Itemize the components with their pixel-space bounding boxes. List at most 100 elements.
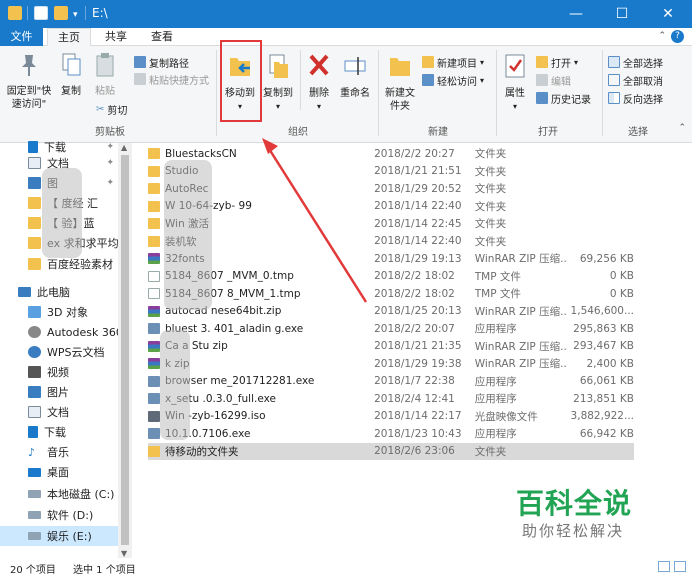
copy-button[interactable]: 复制: [56, 52, 86, 98]
file-row[interactable]: Studio2018/1/21 21:51文件夹: [148, 163, 634, 181]
tab-view[interactable]: 查看: [142, 28, 182, 47]
properties-quick-icon[interactable]: [34, 6, 48, 20]
picture-icon: [28, 386, 41, 398]
file-row[interactable]: autocad nese64bit.zip 2018/1/25 20:13 WinR…: [148, 303, 634, 321]
nav-item-videos[interactable]: 视频: [0, 362, 118, 382]
nav-item-label: Autodesk 360: [47, 325, 118, 339]
chevron-up-icon[interactable]: ⌃: [658, 31, 666, 41]
file-row[interactable]: Win 激活2018/1/14 22:45文件夹: [148, 215, 634, 233]
window-title: E:\: [92, 6, 108, 20]
zip-icon: [148, 253, 160, 265]
file-type: WinRAR ZIP 压缩...: [474, 305, 566, 318]
clipboard-group-label: 剪贴板: [95, 127, 125, 138]
nav-item-label: WPS云文档: [47, 346, 105, 359]
file-row[interactable]: 32fonts2018/1/29 19:13WinRAR ZIP 压缩...69…: [148, 250, 634, 268]
copy-path-button[interactable]: 复制路径: [134, 55, 189, 70]
file-row[interactable]: 装机软2018/1/14 22:40文件夹: [148, 233, 634, 251]
chevron-down-icon[interactable]: ▾: [73, 10, 78, 20]
select-none-button[interactable]: 全部取消: [608, 73, 663, 88]
paste-button[interactable]: 粘贴: [90, 52, 120, 98]
easy-access-button[interactable]: 轻松访问 ▾: [422, 73, 484, 88]
properties-label: 属性: [505, 88, 525, 99]
file-row[interactable]: Win -zyb-16299.iso 2018/1/14 22:17 光盘映像文件 3…: [148, 408, 634, 426]
file-type: WinRAR ZIP 压缩...: [474, 358, 566, 371]
pin-icon: ✦: [106, 178, 114, 188]
delete-button[interactable]: 删除 ▾: [304, 52, 334, 113]
paste-shortcut-button[interactable]: 粘贴快捷方式: [134, 72, 209, 87]
file-type: 应用程序: [474, 323, 517, 336]
history-button[interactable]: 历史记录: [536, 91, 591, 106]
nav-item-label: 娱乐 (E:): [47, 530, 92, 543]
nav-item-autodesk[interactable]: Autodesk 360: [0, 322, 118, 342]
chevron-down-icon: ▾: [275, 102, 280, 111]
tab-share[interactable]: 共享: [96, 28, 136, 47]
folder-icon: [148, 183, 160, 195]
file-row[interactable]: x_setu .0.3.0_full.exe 2018/2/4 12:41 应用程序…: [148, 390, 634, 408]
scroll-down-icon[interactable]: ▼: [121, 549, 127, 558]
new-item-button[interactable]: 新建项目 ▾: [422, 55, 484, 70]
scroll-up-icon[interactable]: ▲: [121, 143, 127, 152]
file-row[interactable]: 10.1.0.7106.exe 2018/1/23 10:43 应用程序 66,942…: [148, 425, 634, 443]
file-row[interactable]: 5184_8607 8_MVM_1.tmp 2018/2/2 18:02 TMP 文…: [148, 285, 634, 303]
nav-item-drive-e[interactable]: 娱乐 (E:): [0, 526, 118, 546]
chevron-up-icon[interactable]: ⌃: [678, 123, 686, 133]
file-size: 0 KB: [609, 270, 634, 283]
close-button[interactable]: ✕: [645, 0, 691, 28]
minimize-button[interactable]: —: [553, 0, 599, 28]
download-icon: [28, 426, 38, 438]
invert-selection-icon: [608, 92, 620, 104]
tab-home[interactable]: 主页: [47, 28, 91, 47]
select-all-button[interactable]: 全部选择: [608, 55, 663, 70]
folder-icon: [148, 445, 160, 457]
copy-to-button[interactable]: 复制到 ▾: [260, 52, 296, 113]
file-name: 10.1.0.7106.exe: [165, 427, 251, 440]
tab-file[interactable]: 文件: [0, 28, 43, 46]
file-name: Ca a Stu zip: [165, 340, 228, 353]
file-row[interactable]: browser me_201712281.exe 2018/1/7 22:38 应用…: [148, 373, 634, 391]
open-button[interactable]: 打开 ▾: [536, 55, 578, 70]
file-row[interactable]: k zip2018/1/29 19:38 WinRAR ZIP 压缩... 2,40…: [148, 355, 634, 373]
file-row[interactable]: bluest 3. 401_aladin g.exe 2018/2/2 20:07…: [148, 320, 634, 338]
nav-item-pictures[interactable]: 图片: [0, 382, 118, 402]
pin-icon: ✦: [106, 158, 114, 168]
nav-item-drive-d[interactable]: 软件 (D:): [0, 505, 118, 525]
pin-icon: [22, 55, 36, 76]
nav-item-downloads[interactable]: 下载: [0, 422, 118, 442]
file-row[interactable]: 待移动的文件夹 2018/2/6 23:06 文件夹: [148, 442, 634, 460]
large-icons-view-icon[interactable]: [674, 561, 686, 572]
file-row[interactable]: BluestacksCN 2018/2/2 20:27 文件夹: [148, 145, 634, 163]
invert-selection-label: 反向选择: [623, 94, 663, 106]
nav-item-music[interactable]: ♪ 音乐: [0, 442, 118, 462]
file-type: TMP 文件: [474, 288, 521, 301]
file-date: 2018/1/7 22:38: [374, 375, 455, 388]
nav-item-desktop[interactable]: 桌面: [0, 462, 118, 482]
properties-button[interactable]: 属性 ▾: [500, 52, 530, 113]
divider: [27, 6, 28, 20]
nav-item-this-pc[interactable]: 此电脑: [0, 282, 118, 302]
select-none-icon: [608, 74, 620, 86]
nav-item-label: 下载: [44, 426, 66, 439]
nav-item-drive-c[interactable]: 本地磁盘 (C:): [0, 484, 118, 504]
folder-icon: [28, 258, 41, 270]
exe-icon: [148, 393, 160, 405]
new-folder-button[interactable]: 新建文件夹: [382, 52, 418, 113]
details-view-icon[interactable]: [658, 561, 670, 572]
new-folder-quick-icon[interactable]: [54, 6, 68, 20]
file-row[interactable]: AutoRec2018/1/29 20:52文件夹: [148, 180, 634, 198]
help-icon[interactable]: ?: [671, 30, 684, 43]
nav-scrollbar[interactable]: ▲ ▼: [118, 143, 132, 558]
invert-selection-button[interactable]: 反向选择: [608, 91, 663, 106]
file-type: 文件夹: [474, 218, 507, 231]
file-row[interactable]: W 10-64-zyb- 992018/1/14 22:40文件夹: [148, 198, 634, 216]
nav-item-documents[interactable]: 文档: [0, 402, 118, 422]
scrollbar-thumb[interactable]: [121, 155, 129, 545]
pin-quick-access-button[interactable]: 固定到"快速访问": [4, 52, 54, 111]
nav-item-wps[interactable]: WPS云文档: [0, 342, 118, 362]
nav-item-3d-objects[interactable]: 3D 对象: [0, 302, 118, 322]
rename-button[interactable]: 重命名: [336, 52, 374, 100]
maximize-button[interactable]: ☐: [599, 0, 645, 28]
cut-button[interactable]: ✂ 剪切: [96, 102, 127, 117]
edit-button[interactable]: 编辑: [536, 73, 571, 88]
file-row[interactable]: Ca a Stu zip 2018/1/21 21:35 WinRAR ZIP 压缩…: [148, 338, 634, 356]
file-row[interactable]: 5184_8607 _MVM_0.tmp 2018/2/2 18:02 TMP 文件…: [148, 268, 634, 286]
